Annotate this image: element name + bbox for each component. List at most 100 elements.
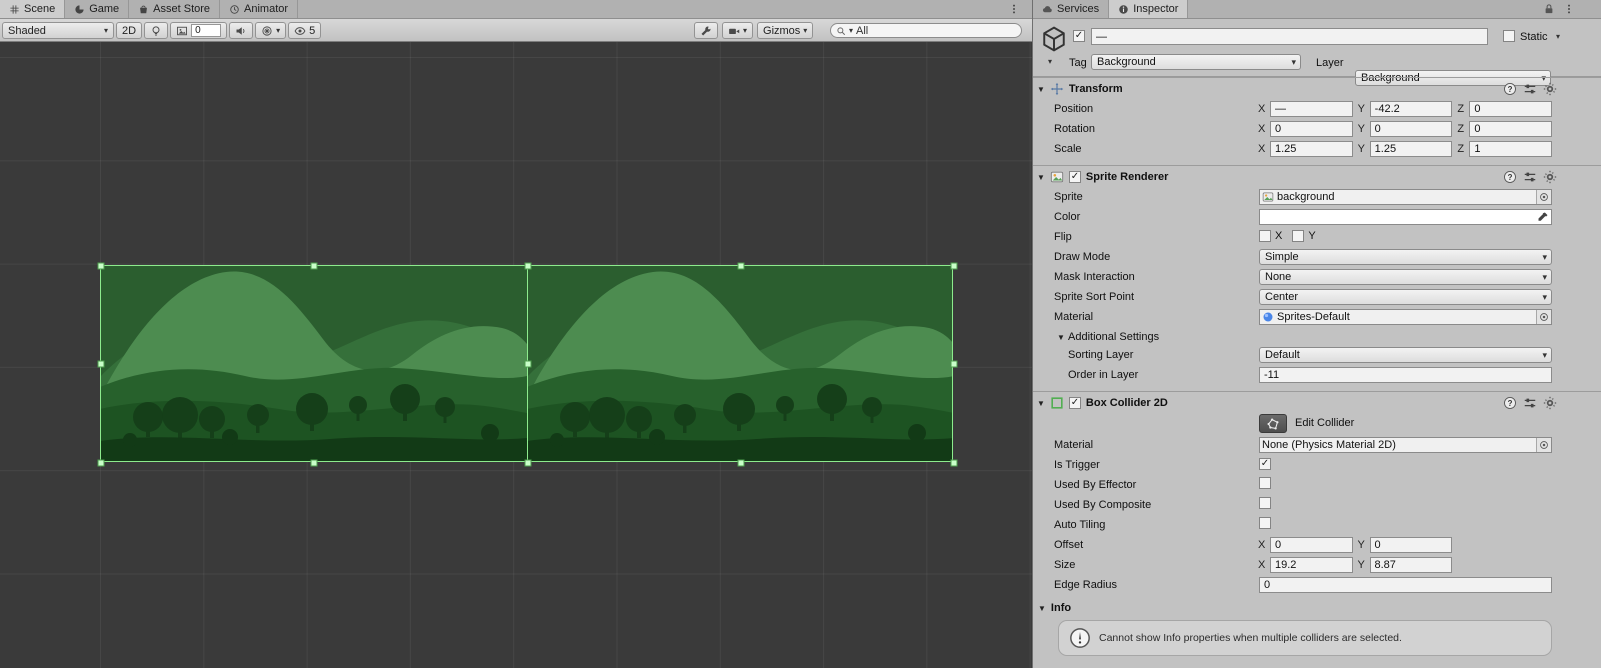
gameobject-name-field[interactable]: —: [1091, 28, 1488, 45]
draw-mode-dropdown[interactable]: Simple: [1259, 249, 1552, 265]
icon-picker-caret[interactable]: ▾: [1048, 57, 1052, 66]
box-collider-header[interactable]: Box Collider 2D: [1033, 391, 1601, 413]
tab-scene[interactable]: Scene: [0, 0, 66, 18]
gear-icon[interactable]: [1543, 82, 1557, 96]
sprite-object-field[interactable]: background: [1259, 189, 1552, 205]
tab-animator[interactable]: Animator: [220, 0, 299, 18]
help-icon[interactable]: [1503, 396, 1517, 410]
info-foldout-icon[interactable]: [1038, 602, 1046, 614]
selection-handle[interactable]: [737, 459, 745, 467]
selection-handle[interactable]: [310, 262, 318, 270]
sprite-renderer-foldout-icon[interactable]: [1037, 171, 1045, 183]
position-y-field[interactable]: -42.2: [1369, 101, 1453, 117]
object-picker-icon[interactable]: [1536, 310, 1551, 324]
material-object-field[interactable]: Sprites-Default: [1259, 309, 1552, 325]
gear-icon[interactable]: [1543, 396, 1557, 410]
presets-icon[interactable]: [1523, 396, 1537, 410]
additional-settings-foldout-icon[interactable]: [1057, 331, 1065, 343]
object-picker-icon[interactable]: [1536, 190, 1551, 204]
selection-handle[interactable]: [97, 459, 105, 467]
camera-dropdown[interactable]: ▾: [722, 22, 754, 39]
presets-icon[interactable]: [1523, 82, 1537, 96]
eyedropper-icon[interactable]: [1537, 211, 1549, 223]
gear-icon[interactable]: [1543, 170, 1557, 184]
object-picker-icon[interactable]: [1536, 438, 1551, 452]
is-trigger-checkbox[interactable]: [1259, 458, 1271, 470]
edge-radius-field[interactable]: 0: [1259, 577, 1552, 593]
scale-x-field[interactable]: 1.25: [1270, 141, 1353, 157]
selection-handle[interactable]: [524, 262, 532, 270]
rotation-x-field[interactable]: 0: [1270, 121, 1353, 137]
offset-y-field[interactable]: 0: [1369, 537, 1452, 553]
help-icon[interactable]: [1503, 170, 1517, 184]
menu-dots-icon[interactable]: [1563, 3, 1575, 15]
exposure-field[interactable]: 0: [191, 24, 222, 37]
tab-inspector[interactable]: Inspector: [1109, 0, 1189, 18]
selection-handle[interactable]: [97, 262, 105, 270]
menu-dots-icon[interactable]: [1008, 3, 1020, 15]
size-x-field[interactable]: 19.2: [1270, 557, 1353, 573]
selection-handle[interactable]: [737, 262, 745, 270]
mask-interaction-dropdown[interactable]: None: [1259, 269, 1552, 285]
used-by-composite-checkbox[interactable]: [1259, 497, 1271, 509]
component-tools-button[interactable]: [694, 22, 718, 39]
tab-game[interactable]: Game: [65, 0, 130, 18]
effects-dropdown[interactable]: ▾: [255, 22, 287, 39]
sorting-layer-dropdown[interactable]: Default: [1259, 347, 1552, 363]
sprite-renderer-enabled-checkbox[interactable]: [1068, 170, 1081, 183]
transform-foldout-icon[interactable]: [1037, 83, 1045, 95]
position-z-field[interactable]: 0: [1469, 101, 1553, 117]
tag-dropdown[interactable]: Background: [1091, 54, 1301, 70]
color-swatch[interactable]: [1259, 209, 1552, 225]
lighting-toggle-button[interactable]: [144, 22, 169, 39]
sprite-sort-point-dropdown[interactable]: Center: [1259, 289, 1552, 305]
edit-collider-button[interactable]: [1259, 414, 1287, 433]
scale-y-field[interactable]: 1.25: [1369, 141, 1453, 157]
selection-handle[interactable]: [950, 262, 958, 270]
collider-material-field[interactable]: None (Physics Material 2D): [1259, 437, 1552, 453]
shading-mode-dropdown[interactable]: Shaded ▾: [2, 22, 114, 39]
selection-handle[interactable]: [310, 459, 318, 467]
rotation-y-field[interactable]: 0: [1369, 121, 1453, 137]
transform-header[interactable]: Transform: [1033, 77, 1601, 99]
gizmos-dropdown[interactable]: Gizmos ▾: [757, 22, 814, 39]
scene-toolbar: Shaded ▾ 2D 0 ▾ 5 ▾ Gizmos ▾ ▾ All: [0, 19, 1032, 42]
scene-grid-icon: [9, 4, 20, 15]
help-icon[interactable]: [1503, 82, 1517, 96]
sprite-renderer-header[interactable]: Sprite Renderer: [1033, 165, 1601, 187]
size-y-field[interactable]: 8.87: [1369, 557, 1452, 573]
lock-icon[interactable]: [1543, 3, 1555, 15]
info-header[interactable]: Info: [1033, 599, 1601, 617]
presets-icon[interactable]: [1523, 170, 1537, 184]
tab-asset-store[interactable]: Asset Store: [129, 0, 221, 18]
used-by-effector-checkbox[interactable]: [1259, 477, 1271, 489]
rotation-z-field[interactable]: 0: [1469, 121, 1553, 137]
audio-toggle-button[interactable]: [229, 22, 254, 39]
scene-visibility-button[interactable]: 5: [288, 22, 322, 39]
static-dropdown-caret[interactable]: ▾: [1556, 32, 1560, 41]
scene-search-field[interactable]: ▾ All: [830, 23, 1022, 38]
order-in-layer-row: Order in Layer -11: [1033, 365, 1601, 385]
active-checkbox[interactable]: [1073, 30, 1085, 42]
axis-y-label: Y: [1357, 143, 1366, 155]
selection-handle[interactable]: [950, 360, 958, 368]
auto-tiling-checkbox[interactable]: [1259, 517, 1271, 529]
box-collider-foldout-icon[interactable]: [1037, 397, 1045, 409]
position-x-field[interactable]: —: [1270, 101, 1353, 117]
selection-handle[interactable]: [950, 459, 958, 467]
selection-handle[interactable]: [524, 360, 532, 368]
static-checkbox[interactable]: [1503, 30, 1515, 42]
offset-x-field[interactable]: 0: [1270, 537, 1353, 553]
chevron-down-icon: ▾: [103, 25, 108, 35]
box-collider-enabled-checkbox[interactable]: [1068, 396, 1081, 409]
flip-x-checkbox[interactable]: [1259, 230, 1271, 242]
exposure-control[interactable]: 0: [170, 22, 228, 39]
scale-z-field[interactable]: 1: [1469, 141, 1553, 157]
tab-services[interactable]: Services: [1033, 0, 1110, 18]
scene-viewport[interactable]: [0, 42, 1032, 668]
2d-toggle-button[interactable]: 2D: [116, 22, 143, 39]
selection-handle[interactable]: [97, 360, 105, 368]
flip-y-checkbox[interactable]: [1292, 230, 1305, 242]
selection-handle[interactable]: [524, 459, 532, 467]
order-in-layer-field[interactable]: -11: [1259, 367, 1552, 383]
